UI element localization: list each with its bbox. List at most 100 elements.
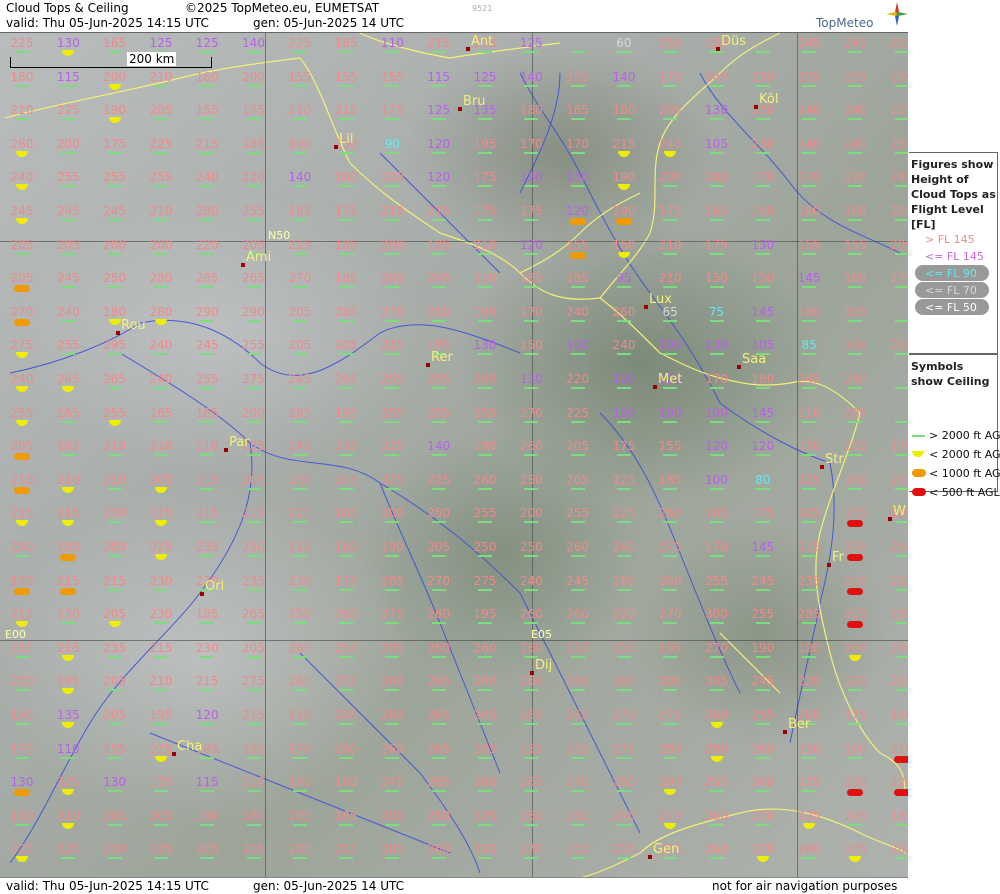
cloud-top-value: 155 — [334, 69, 358, 84]
cloud-top-value: 110 — [56, 741, 80, 756]
ceiling-marker-high — [15, 118, 29, 121]
cloud-top-value: 265 — [56, 405, 80, 420]
cloud-top-value: 185 — [334, 237, 358, 252]
ceiling-marker-high — [200, 723, 215, 725]
cloud-top-value: 120 — [751, 439, 775, 454]
cloud-top-value: 355 — [843, 607, 867, 622]
cloud-top-value: 170 — [751, 170, 775, 185]
ceiling-marker-high — [663, 723, 678, 725]
ceiling-marker-high — [107, 387, 122, 389]
ceiling-marker-1000 — [569, 251, 586, 259]
ceiling-marker-high — [339, 185, 354, 188]
ceiling-marker-high — [385, 689, 400, 692]
ceiling-marker-high — [616, 420, 631, 423]
cloud-top-value: 205 — [566, 439, 590, 454]
ceiling-marker-high — [848, 387, 863, 389]
cloud-top-value: 280 — [612, 775, 636, 790]
cloud-top-value: 215 — [195, 506, 219, 521]
ceiling-marker-high — [200, 319, 215, 322]
ceiling-marker-high — [246, 151, 261, 154]
ceiling-marker-high — [200, 622, 215, 625]
cloud-top-value: 250 — [103, 271, 127, 286]
ceiling-marker-high — [524, 689, 539, 692]
cloud-top-value: 280 — [705, 741, 728, 756]
city-label: Ami — [246, 250, 272, 265]
cloud-top-value: 215 — [427, 36, 451, 50]
cloud-top-value: 255 — [705, 573, 728, 588]
ceiling-marker-high — [200, 84, 215, 87]
cloud-top-value: 120 — [566, 204, 590, 218]
cloud-top-value: 255 — [566, 842, 590, 857]
ceiling-marker-high — [663, 185, 678, 188]
cloud-top-value: 255 — [751, 708, 775, 722]
ceiling-marker-high — [478, 84, 492, 87]
cloud-top-value: 215 — [56, 506, 80, 521]
cloud-top-value: 255 — [797, 69, 821, 84]
satellite-map[interactable]: N50 E00 E05 225 130 165 125 125 140 225 185 110 2… — [0, 32, 908, 879]
cloud-top-value: 130 — [56, 36, 80, 50]
ceiling-marker-high — [570, 655, 585, 658]
ceiling-marker-high — [153, 689, 168, 692]
ceiling-marker-500 — [847, 789, 864, 797]
ceiling-marker-high — [478, 185, 492, 188]
cloud-top-value: 210 — [103, 472, 127, 487]
cloud-top-value: 125 — [195, 36, 219, 50]
ceiling-marker-high — [385, 252, 400, 255]
cloud-top-value: 260 — [705, 808, 728, 823]
cloud-top-value: 105 — [751, 338, 775, 353]
ceiling-marker-high — [200, 387, 215, 389]
ceiling-marker-1000 — [60, 554, 77, 561]
ceiling-marker-high — [246, 51, 261, 53]
cloud-top-value: 190 — [380, 540, 404, 554]
ceiling-marker-high — [200, 454, 215, 457]
cloud-top-value: 260 — [566, 674, 590, 689]
cloud-top-value: 260 — [473, 674, 497, 689]
ceiling-marker-high — [431, 84, 446, 87]
ceiling-marker-high — [663, 118, 678, 121]
cloud-top-value: 205 — [149, 103, 173, 118]
ceiling-marker-high — [153, 454, 168, 457]
cloud-top-value: 195 — [334, 405, 358, 420]
ceiling-marker-high — [385, 756, 400, 759]
cloud-top-value: 185 — [334, 271, 358, 286]
ceiling-marker-high — [802, 655, 817, 658]
cloud-top-value: 255 — [890, 136, 908, 151]
cloud-top-value: 140 — [288, 170, 312, 185]
ceiling-marker-high — [616, 454, 631, 457]
ceiling-marker-high — [339, 319, 354, 322]
cloud-top-value: 210 — [473, 271, 497, 286]
cloud-top-value: 100 — [566, 338, 590, 353]
cloud-top-value: 245 — [427, 271, 451, 286]
cloud-top-value: 225 — [797, 472, 821, 487]
cloud-top-value: 200 — [705, 170, 728, 185]
cloud-top-value: 205 — [612, 842, 636, 857]
ceiling-marker-high — [802, 219, 817, 221]
cloud-top-value: 225 — [473, 808, 497, 823]
cloud-top-value: 200 — [103, 540, 127, 554]
cloud-top-value: 205 — [103, 808, 127, 823]
cloud-top-value: 255 — [473, 405, 497, 420]
ceiling-marker-high — [339, 823, 354, 826]
ceiling-marker-high — [153, 252, 168, 255]
cloud-top-value: 280 — [149, 271, 173, 286]
cloud-top-value: 205 — [242, 237, 265, 252]
ceiling-marker-high — [431, 487, 446, 490]
cloud-top-value: 210 — [380, 204, 404, 218]
ceiling-marker-high — [431, 454, 446, 457]
cloud-top-value: 260 — [566, 808, 590, 823]
ceiling-marker-high — [200, 185, 215, 188]
cloud-top-value: 200 — [380, 808, 404, 823]
cloud-top-value: 195 — [10, 708, 34, 722]
cloud-top-value: 250 — [890, 69, 908, 84]
cloud-top-value: 200 — [56, 540, 80, 554]
cloud-top-value: 155 — [380, 69, 404, 84]
cloud-top-value: 220 — [566, 372, 590, 386]
cloud-top-value: 225 — [890, 573, 908, 588]
ceiling-marker-high — [709, 555, 724, 557]
cloud-top-value: 180 — [334, 170, 358, 185]
ceiling-marker-high — [524, 454, 539, 457]
cloud-top-value: 130 — [705, 103, 728, 118]
cloud-top-value: 220 — [843, 674, 867, 689]
cloud-top-value: 195 — [843, 808, 867, 823]
cloud-top-value: 270 — [751, 808, 775, 823]
